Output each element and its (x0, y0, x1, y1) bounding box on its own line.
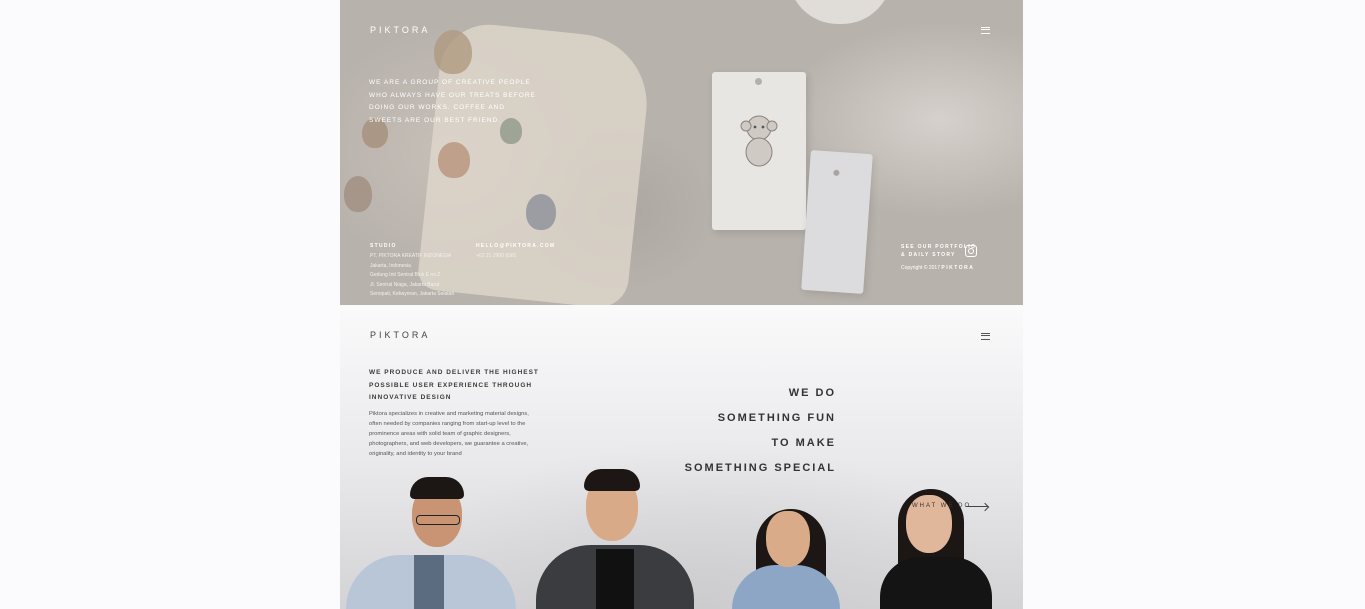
hamburger-menu-icon[interactable] (981, 27, 990, 34)
headline-line: SOMETHING FUN (717, 412, 836, 424)
hamburger-menu-icon[interactable] (981, 333, 990, 340)
instagram-icon[interactable] (965, 245, 977, 257)
kids-tag-photo (801, 150, 873, 294)
about-section: PIKTORA WE PRODUCE AND DELIVER THE HIGHE… (340, 305, 1023, 609)
about-description: Piktora specializes in creative and mark… (369, 411, 529, 457)
site-logo[interactable]: PIKTORA (370, 25, 430, 35)
team-member-photo (340, 459, 1023, 609)
balloon-illustration (344, 176, 372, 212)
copyright-brand: PIKTORA (941, 265, 975, 271)
contact-phone[interactable]: +62 21 2900 6581 (476, 252, 555, 262)
hero-section: PIKTORA We are a group of creative peopl… (340, 0, 1023, 305)
studio-address-line: PT. PIKTORA KREATIF INDONESIA (370, 253, 452, 259)
what-we-do-link[interactable]: WHAT WE DO (912, 503, 971, 509)
studio-address-line: Gedung Inti Sentral Blok E no.2 (370, 272, 441, 278)
balloon-illustration (434, 30, 472, 74)
copyright-prefix: Copyright (901, 265, 923, 271)
monkey-illustration (740, 115, 778, 167)
hero-intro-text: We are a group of creative people who al… (369, 79, 536, 124)
copyright-text: Copyright © 2017 PIKTORA (901, 265, 975, 271)
studio-address-line: Jl. Sentral Niaga, Jakarta Barat (370, 281, 440, 288)
about-tagline: WE PRODUCE AND DELIVER THE HIGHEST POSSI… (369, 369, 539, 401)
contact-email-link[interactable]: HELLO@PIKTORA.COM (476, 243, 555, 249)
footer-studio: STUDIO PT. PIKTORA KREATIF INDONESIA Jak… (370, 243, 454, 300)
studio-address-line: Senopati, Kebayoran, Jakarta Selatan (370, 291, 455, 297)
headline-line: TO MAKE (771, 437, 836, 449)
arrow-right-icon[interactable] (966, 506, 988, 507)
balloon-illustration (438, 142, 470, 178)
site-logo[interactable]: PIKTORA (370, 330, 430, 340)
hang-tag-photo (712, 72, 806, 230)
studio-address-line: Jakarta, Indonesia (370, 262, 411, 269)
headline-line: WE DO (788, 387, 836, 399)
footer-contact: HELLO@PIKTORA.COM +62 21 2900 6581 (476, 243, 555, 262)
balloon-illustration (526, 194, 556, 230)
